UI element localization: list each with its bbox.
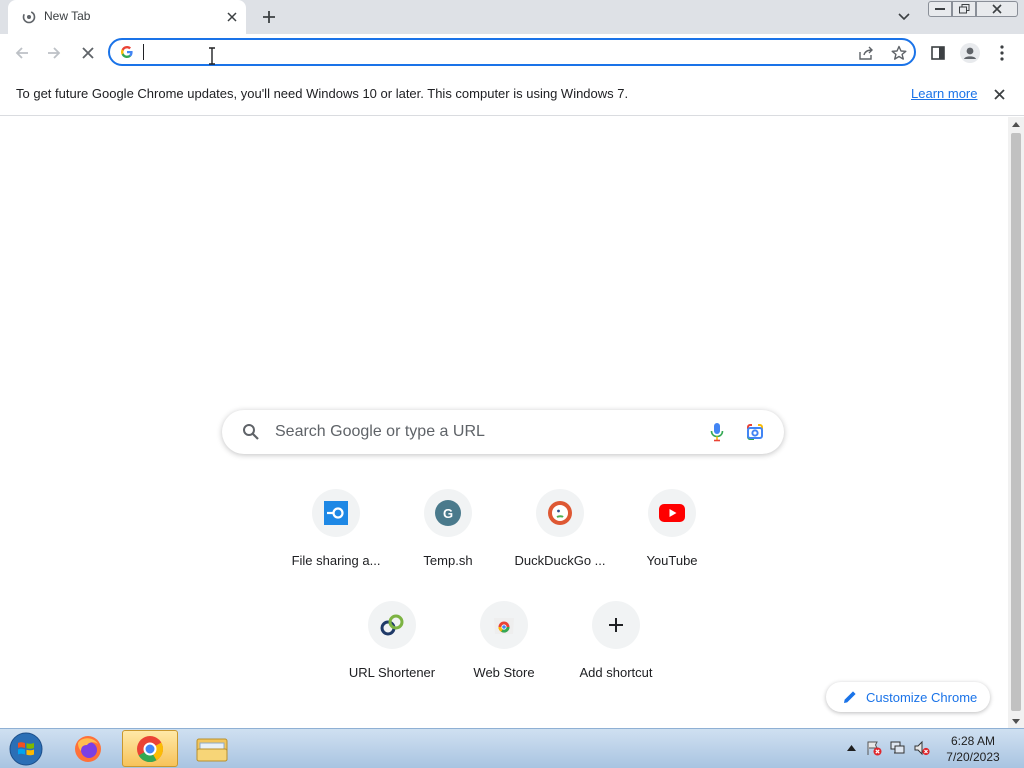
customize-chrome-button[interactable]: Customize Chrome: [826, 682, 990, 712]
tab-title: New Tab: [44, 9, 91, 23]
microphone-icon[interactable]: [709, 422, 725, 442]
customize-chrome-label: Customize Chrome: [866, 690, 978, 705]
temp-sh-icon: G: [435, 500, 461, 526]
close-icon: [993, 88, 1005, 100]
tray-volume[interactable]: [914, 740, 930, 756]
browser-toolbar: [0, 34, 1024, 72]
avatar-icon: [960, 43, 980, 63]
minimize-icon: [935, 8, 945, 10]
taskbar-chrome[interactable]: [122, 730, 178, 767]
taskbar-file-explorer[interactable]: [184, 730, 240, 767]
restore-icon: [958, 4, 969, 14]
network-icon: [890, 741, 905, 754]
search-icon: [243, 424, 259, 440]
plus-icon: [263, 11, 275, 23]
duckduckgo-icon: [548, 501, 572, 525]
shortcut-file-sharing[interactable]: File sharing a...: [280, 489, 392, 601]
tray-action-center[interactable]: [866, 740, 882, 756]
shortcut-web-store[interactable]: Web Store: [448, 601, 560, 713]
volume-muted-icon: [914, 740, 930, 756]
new-tab-page: Search Google or type a URL File sharing…: [0, 117, 1008, 728]
ibeam-cursor-icon: [209, 47, 215, 65]
bookmark-star-button[interactable]: [890, 44, 908, 62]
side-panel-button[interactable]: [926, 41, 950, 65]
shortcut-label: Temp.sh: [423, 553, 473, 568]
pencil-icon: [844, 691, 856, 703]
scroll-down-arrow-icon[interactable]: [1008, 714, 1024, 728]
scrollbar-thumb[interactable]: [1011, 133, 1021, 711]
search-box[interactable]: Search Google or type a URL: [222, 410, 784, 454]
shortcut-label: Web Store: [473, 665, 535, 680]
file-sharing-icon: [324, 501, 348, 525]
window-restore-button[interactable]: [952, 1, 976, 17]
windows-logo-icon: [9, 732, 43, 766]
shortcut-youtube[interactable]: YouTube: [616, 489, 728, 601]
text-caret: [143, 44, 144, 60]
tab-strip: New Tab: [0, 0, 1024, 34]
new-tab-button[interactable]: [258, 6, 280, 28]
profile-button[interactable]: [958, 41, 982, 65]
shortcut-label: YouTube: [646, 553, 698, 568]
taskbar-firefox[interactable]: [60, 730, 116, 767]
chevron-up-icon: [846, 745, 856, 751]
svg-text:G: G: [443, 506, 453, 521]
firefox-icon: [75, 735, 101, 762]
arrow-right-icon: [48, 47, 61, 59]
show-hidden-icons-button[interactable]: [843, 740, 859, 756]
chrome-menu-button[interactable]: [990, 41, 1014, 65]
star-icon: [891, 45, 907, 60]
tab-close-icon[interactable]: [224, 9, 240, 25]
infobar-close-button[interactable]: [990, 85, 1008, 103]
update-infobar: To get future Google Chrome updates, you…: [0, 72, 1024, 116]
url-shortener-icon: [380, 614, 404, 636]
share-icon: [859, 46, 873, 60]
close-icon: [992, 4, 1002, 14]
shortcut-label: URL Shortener: [348, 665, 436, 680]
close-icon: [82, 47, 94, 59]
shortcut-label: DuckDuckGo ...: [514, 553, 606, 568]
plus-icon: [609, 618, 623, 632]
start-button[interactable]: [6, 731, 46, 767]
tab-search-button[interactable]: [895, 8, 913, 26]
windows-taskbar: 6:28 AM 7/20/2023: [0, 728, 1024, 768]
shortcut-label: Add shortcut: [579, 665, 653, 680]
google-g-icon: [121, 46, 133, 58]
search-placeholder: Search Google or type a URL: [275, 423, 485, 440]
forward-button[interactable]: [42, 41, 66, 65]
chrome-icon: [137, 735, 164, 762]
web-store-icon: [494, 618, 514, 634]
shortcut-temp-sh[interactable]: G Temp.sh: [392, 489, 504, 601]
shortcut-add[interactable]: Add shortcut: [560, 601, 672, 713]
window-close-button[interactable]: [976, 1, 1018, 17]
back-button[interactable]: [10, 41, 34, 65]
tray-network[interactable]: [890, 740, 906, 756]
shortcut-duckduckgo[interactable]: DuckDuckGo ...: [504, 489, 616, 601]
address-input[interactable]: [142, 43, 826, 63]
scroll-up-arrow-icon[interactable]: [1008, 117, 1024, 131]
side-panel-icon: [931, 46, 945, 60]
chevron-down-icon: [898, 13, 910, 21]
share-button[interactable]: [858, 44, 876, 62]
clock-date: 7/20/2023: [946, 750, 1000, 764]
system-clock[interactable]: 6:28 AM 7/20/2023: [940, 733, 1006, 765]
shortcut-url-shortener[interactable]: URL Shortener: [336, 601, 448, 713]
page-scrollbar[interactable]: [1008, 117, 1024, 728]
kebab-menu-icon: [1000, 45, 1004, 61]
google-lens-icon[interactable]: [745, 422, 765, 442]
address-bar[interactable]: [108, 38, 916, 66]
stop-loading-button[interactable]: [76, 41, 100, 65]
clock-time: 6:28 AM: [950, 734, 996, 748]
flag-alert-icon: [867, 741, 882, 756]
window-minimize-button[interactable]: [928, 1, 952, 17]
arrow-left-icon: [15, 47, 28, 59]
learn-more-link[interactable]: Learn more: [911, 86, 977, 101]
youtube-icon: [659, 504, 685, 522]
folder-icon: [196, 738, 228, 761]
loading-spinner-icon: [22, 10, 36, 24]
tab-new-tab[interactable]: New Tab: [8, 0, 246, 34]
shortcut-label: File sharing a...: [291, 553, 381, 568]
infobar-message: To get future Google Chrome updates, you…: [16, 86, 629, 101]
